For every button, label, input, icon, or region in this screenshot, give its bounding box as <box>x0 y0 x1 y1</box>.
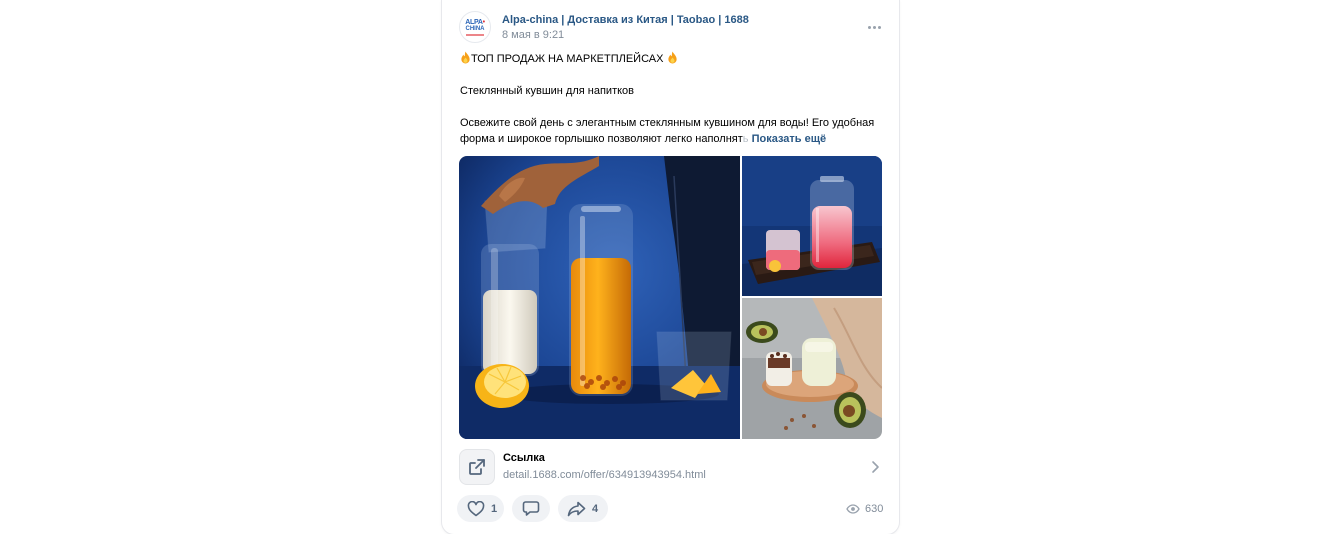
more-icon[interactable] <box>862 17 886 37</box>
like-button[interactable]: 1 <box>457 495 504 522</box>
photo-bottom-right[interactable] <box>742 298 882 439</box>
link-attachment[interactable]: Ссылка detail.1688.com/offer/63491394395… <box>459 447 884 487</box>
share-icon <box>567 501 586 516</box>
heart-icon <box>467 500 485 516</box>
description-line-2-text: форма и широкое горлышко позволяют легко… <box>460 133 743 145</box>
photo-main[interactable] <box>459 156 740 439</box>
comment-icon <box>522 501 540 516</box>
share-button[interactable]: 4 <box>558 495 608 522</box>
headline-text: ТОП ПРОДАЖ НА МАРКЕТПЛЕЙСАХ <box>471 53 664 65</box>
description-line-1: Освежите свой день с элегантным стеклянн… <box>460 117 875 129</box>
link-title: Ссылка <box>503 452 545 464</box>
description-line-2: форма и широкое горлышко позволяют легко… <box>460 131 885 147</box>
post-card: ALPA• CHINA Alpa-china | Доставка из Кит… <box>442 0 899 534</box>
views-counter: 630 <box>846 502 883 516</box>
external-link-icon <box>459 449 495 485</box>
eye-icon <box>846 504 860 514</box>
share-count: 4 <box>592 502 599 515</box>
views-count: 630 <box>865 503 884 515</box>
fire-icon <box>461 51 470 64</box>
comment-button[interactable] <box>512 495 550 522</box>
author-name[interactable]: Alpa-china | Доставка из Китая | Taobao … <box>502 14 749 26</box>
avatar[interactable]: ALPA• CHINA <box>459 11 491 43</box>
fire-icon <box>667 51 677 64</box>
post-date[interactable]: 8 мая в 9:21 <box>502 29 564 41</box>
description-fade: ь <box>742 133 749 145</box>
post-headline: ТОП ПРОДАЖ НА МАРКЕТПЛЕЙСАХ <box>460 51 885 67</box>
product-title: Стеклянный кувшин для напитков <box>460 85 635 97</box>
avatar-logo-underline <box>466 33 484 36</box>
show-more-link[interactable]: Показать ещё <box>752 133 827 145</box>
like-count: 1 <box>491 502 498 515</box>
link-url: detail.1688.com/offer/634913943954.html <box>503 469 706 481</box>
avatar-logo-line2: CHINA <box>465 25 485 32</box>
photo-top-right[interactable] <box>742 156 882 296</box>
avatar-logo-line1: ALPA• <box>465 18 485 26</box>
chevron-right-icon <box>872 461 879 473</box>
